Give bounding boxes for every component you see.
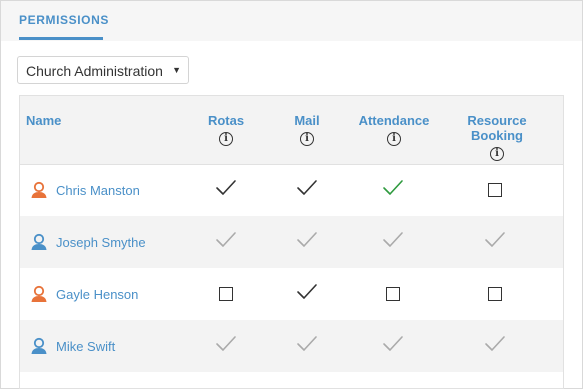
permission-checkbox-inherited[interactable] bbox=[294, 229, 320, 255]
checkmark-icon bbox=[296, 335, 318, 358]
person-cell[interactable]: Mike Swift bbox=[30, 337, 115, 355]
person-cell[interactable]: Joseph Smythe bbox=[30, 233, 146, 251]
column-header-label: Resource Booking bbox=[467, 113, 527, 143]
table-row: Mike Swift bbox=[20, 320, 563, 372]
permission-checkbox-inherited[interactable] bbox=[294, 333, 320, 359]
person-cell[interactable]: Gayle Henson bbox=[30, 285, 138, 303]
column-header-label: Rotas bbox=[207, 113, 245, 128]
checkmark-icon bbox=[382, 179, 404, 202]
person-name-link[interactable]: Mike Swift bbox=[56, 339, 115, 354]
permissions-panel: PERMISSIONS Church Administration ▼ Name… bbox=[0, 0, 583, 389]
info-icon[interactable]: i bbox=[219, 132, 233, 146]
permissions-table: Name Rotas i Mail i Attendance i Resourc… bbox=[19, 95, 564, 389]
checkbox-icon bbox=[386, 287, 400, 301]
group-select[interactable]: Church Administration ▼ bbox=[17, 56, 189, 84]
checkmark-icon bbox=[215, 335, 237, 358]
permission-checkbox-checked[interactable] bbox=[294, 177, 320, 203]
permission-checkbox-checked-green[interactable] bbox=[380, 177, 406, 203]
checkbox-icon bbox=[488, 183, 502, 197]
permission-checkbox-unchecked[interactable] bbox=[213, 281, 239, 307]
info-icon[interactable]: i bbox=[387, 132, 401, 146]
permission-checkbox-unchecked[interactable] bbox=[380, 281, 406, 307]
person-name-link[interactable]: Chris Manston bbox=[56, 183, 140, 198]
permission-checkbox-inherited[interactable] bbox=[482, 229, 508, 255]
table-row: Gayle Henson bbox=[20, 268, 563, 320]
checkbox-icon bbox=[219, 287, 233, 301]
checkmark-icon bbox=[484, 335, 506, 358]
column-header-label: Mail bbox=[294, 113, 320, 128]
user-female-icon bbox=[30, 181, 48, 199]
checkmark-icon bbox=[382, 231, 404, 254]
checkmark-icon bbox=[215, 231, 237, 254]
permission-checkbox-inherited[interactable] bbox=[213, 333, 239, 359]
column-header-label: Name bbox=[26, 113, 62, 128]
permission-checkbox-checked[interactable] bbox=[213, 177, 239, 203]
column-header-name: Name bbox=[26, 113, 61, 128]
permission-checkbox-unchecked[interactable] bbox=[482, 281, 508, 307]
info-icon[interactable]: i bbox=[490, 147, 504, 161]
checkmark-icon bbox=[296, 283, 318, 306]
user-male-icon bbox=[30, 337, 48, 355]
person-name-link[interactable]: Joseph Smythe bbox=[56, 235, 146, 250]
person-cell[interactable]: Chris Manston bbox=[30, 181, 140, 199]
user-female-icon bbox=[30, 285, 48, 303]
column-header-mail: Mail i bbox=[282, 113, 332, 146]
permissions-content: Church Administration ▼ Name Rotas i Mai… bbox=[1, 41, 582, 389]
permission-checkbox-unchecked[interactable] bbox=[482, 177, 508, 203]
column-header-resource-booking: Resource Booking i bbox=[442, 113, 552, 161]
checkmark-icon bbox=[382, 335, 404, 358]
checkmark-icon bbox=[484, 231, 506, 254]
user-male-icon bbox=[30, 233, 48, 251]
checkmark-icon bbox=[296, 231, 318, 254]
column-header-label: Attendance bbox=[358, 113, 430, 128]
permission-checkbox-inherited[interactable] bbox=[482, 333, 508, 359]
table-row: Chris Manston bbox=[20, 164, 563, 216]
column-header-rotas: Rotas i bbox=[200, 113, 252, 146]
tab-bar: PERMISSIONS bbox=[1, 1, 582, 41]
permission-checkbox-checked[interactable] bbox=[294, 281, 320, 307]
person-name-link[interactable]: Gayle Henson bbox=[56, 287, 138, 302]
table-row: Joseph Smythe bbox=[20, 216, 563, 268]
permission-checkbox-inherited[interactable] bbox=[213, 229, 239, 255]
checkmark-icon bbox=[296, 179, 318, 202]
checkbox-icon bbox=[488, 287, 502, 301]
info-icon[interactable]: i bbox=[300, 132, 314, 146]
chevron-down-icon: ▼ bbox=[172, 65, 181, 75]
table-header: Name Rotas i Mail i Attendance i Resourc… bbox=[20, 96, 563, 165]
checkmark-icon bbox=[215, 179, 237, 202]
permission-checkbox-inherited[interactable] bbox=[380, 333, 406, 359]
column-header-attendance: Attendance i bbox=[354, 113, 434, 146]
permission-checkbox-inherited[interactable] bbox=[380, 229, 406, 255]
group-select-value: Church Administration bbox=[26, 63, 163, 79]
tab-permissions[interactable]: PERMISSIONS bbox=[19, 13, 108, 40]
